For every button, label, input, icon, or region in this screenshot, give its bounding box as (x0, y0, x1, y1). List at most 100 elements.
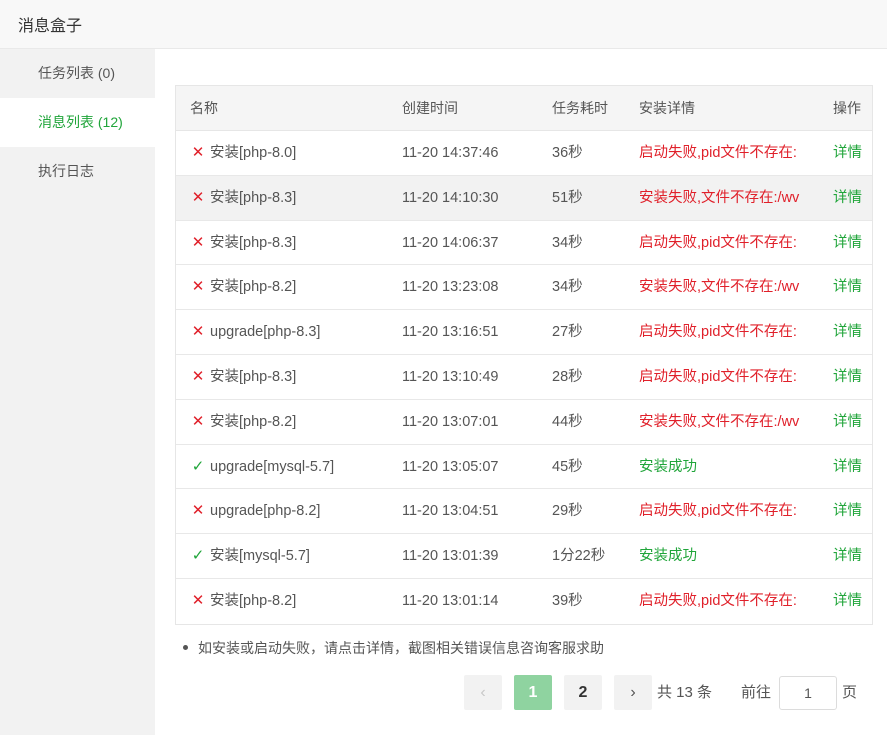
sidebar-item-task-list[interactable]: 任务列表 (0) (0, 49, 155, 98)
task-name-cell: ✕ upgrade[php-8.3] (190, 310, 395, 354)
task-name-cell: ✕ 安装[php-8.0] (190, 131, 395, 175)
details-link[interactable]: 详情 (833, 265, 873, 309)
page-suffix: 页 (842, 684, 858, 701)
install-detail: 启动失败,pid文件不存在: (639, 145, 797, 161)
install-detail: 安装成功 (639, 458, 697, 475)
task-name: upgrade[php-8.2] (210, 503, 321, 520)
task-name-cell: ✕ 安装[php-8.3] (190, 355, 395, 399)
details-link[interactable]: 详情 (833, 176, 873, 220)
created-time: 11-20 13:04:51 (402, 503, 499, 520)
dialog-title: 消息盒子 (18, 18, 83, 35)
details-link[interactable]: 详情 (833, 534, 873, 578)
task-duration: 34秒 (552, 279, 583, 296)
close-icon: ✕ (191, 278, 205, 296)
table-row: ✕ 安装[php-8.2] 11-20 13:01:14 39秒 启动失败,pid文件不… (176, 579, 872, 624)
task-duration: 44秒 (552, 413, 583, 430)
install-detail: 启动失败,pid文件不存在: (639, 324, 797, 341)
install-detail: 安装失败,文件不存在:/wv (639, 189, 800, 206)
table-row: ✕ upgrade[php-8.2] 11-20 13:04:51 29秒 启动失败,p… (176, 489, 873, 535)
goto-label: 前往 (741, 684, 772, 701)
table-row: ✕ 安装[php-8.3] 11-20 14:10:30 51秒 安装失败,文件不存在:… (176, 175, 873, 221)
task-name-cell: ✕ upgrade[php-8.2] (190, 489, 395, 533)
close-icon: ✕ (191, 412, 205, 430)
task-duration: 34秒 (552, 234, 583, 251)
sidebar-item-exec-log[interactable]: 执行日志 (0, 147, 155, 196)
details-link[interactable]: 详情 (833, 579, 873, 623)
task-duration: 45秒 (552, 458, 583, 475)
page-button-2[interactable]: 2 (564, 675, 602, 710)
install-detail: 启动失败,pid文件不存在: (639, 592, 797, 609)
close-icon: ✕ (191, 233, 205, 251)
help-tip-text: 如安装或启动失败，请点击详情，截图相关错误信息咨询客服求助 (198, 640, 604, 656)
close-icon: ✕ (191, 323, 205, 341)
created-time: 11-20 13:10:49 (402, 368, 499, 385)
install-detail: 启动失败,pid文件不存在: (639, 503, 797, 520)
table-row: ✓ upgrade[mysql-5.7] 11-20 13:05:07 45秒 安装成功… (176, 445, 872, 490)
created-time: 11-20 14:37:46 (402, 145, 499, 161)
task-name: 安装[php-8.2] (210, 413, 297, 430)
details-link[interactable]: 详情 (833, 131, 873, 175)
task-name: upgrade[mysql-5.7] (210, 458, 335, 475)
created-time: 11-20 14:10:30 (402, 189, 499, 206)
sidebar-item-message-list[interactable]: 消息列表 (12) (0, 98, 155, 147)
table-header: 名称 创建时间 任务耗时 安装详情 操作 (176, 86, 872, 131)
task-duration: 39秒 (552, 592, 583, 609)
task-name: 安装[mysql-5.7] (210, 548, 310, 565)
task-duration: 36秒 (552, 145, 583, 161)
close-icon: ✕ (191, 502, 205, 520)
page-button-1[interactable]: 1 (514, 675, 552, 710)
install-detail: 启动失败,pid文件不存在: (639, 234, 797, 251)
total-count: 共 13 条 (657, 684, 713, 701)
details-link[interactable]: 详情 (833, 355, 873, 399)
help-tip: 如安装或启动失败，请点击详情，截图相关错误信息咨询客服求助 (183, 638, 604, 658)
created-time: 11-20 13:01:14 (402, 592, 499, 609)
check-icon: ✓ (191, 457, 205, 475)
task-name: 安装[php-8.3] (210, 368, 297, 385)
task-duration: 27秒 (552, 324, 583, 341)
task-name: upgrade[php-8.3] (210, 324, 321, 341)
goto-page-input[interactable] (779, 676, 837, 710)
header-op: 操作 (833, 100, 861, 116)
install-detail: 安装失败,文件不存在:/wv (639, 279, 800, 296)
details-link[interactable]: 详情 (833, 445, 873, 489)
created-time: 11-20 13:16:51 (402, 324, 499, 341)
details-link[interactable]: 详情 (833, 489, 873, 533)
sidebar: 任务列表 (0) 消息列表 (12) 执行日志 (0, 49, 155, 735)
task-name: 安装[php-8.0] (210, 145, 297, 161)
pagination: ‹ 1 2 › 共 13 条 前往 页 (155, 675, 887, 711)
main-panel: 名称 创建时间 任务耗时 安装详情 操作 ✕ 安装[php-8.0] 11-20 1… (155, 49, 887, 735)
bullet-icon (183, 644, 188, 650)
task-name: 安装[php-8.3] (210, 234, 297, 251)
task-name-cell: ✕ 安装[php-8.2] (190, 265, 395, 309)
task-name-cell: ✕ 安装[php-8.2] (190, 400, 395, 444)
install-detail: 安装失败,文件不存在:/wv (639, 413, 800, 430)
created-time: 11-20 13:05:07 (402, 458, 499, 475)
task-name: 安装[php-8.3] (210, 189, 297, 206)
table-row: ✕ 安装[php-8.3] 11-20 14:06:37 34秒 启动失败,pid文件不… (176, 221, 872, 266)
install-detail: 安装成功 (639, 548, 697, 565)
task-name-cell: ✓ upgrade[mysql-5.7] (190, 445, 395, 489)
table-row: ✕ 安装[php-8.0] 11-20 14:37:46 36秒 启动失败,pid文件不… (176, 131, 872, 176)
dialog-titlebar: 消息盒子 (0, 0, 887, 49)
task-name-cell: ✕ 安装[php-8.3] (190, 176, 395, 220)
task-name-cell: ✕ 安装[php-8.2] (190, 579, 395, 623)
task-duration: 51秒 (552, 189, 583, 206)
created-time: 11-20 14:06:37 (402, 234, 499, 251)
task-name: 安装[php-8.2] (210, 592, 297, 609)
details-link[interactable]: 详情 (833, 400, 873, 444)
header-name: 名称 (190, 100, 218, 116)
created-time: 11-20 13:01:39 (402, 548, 499, 565)
table-row: ✕ 安装[php-8.2] 11-20 13:23:08 34秒 安装失败,文件不存在:… (176, 265, 873, 311)
details-link[interactable]: 详情 (833, 310, 873, 354)
task-duration: 1分22秒 (552, 548, 606, 565)
task-duration: 28秒 (552, 368, 583, 385)
created-time: 11-20 13:07:01 (402, 413, 499, 430)
next-page-button[interactable]: › (614, 675, 652, 710)
details-link[interactable]: 详情 (833, 221, 873, 265)
task-name: 安装[php-8.2] (210, 279, 297, 296)
close-icon: ✕ (191, 188, 205, 206)
message-table: 名称 创建时间 任务耗时 安装详情 操作 ✕ 安装[php-8.0] 11-20 1… (175, 85, 873, 625)
check-icon: ✓ (191, 547, 205, 565)
prev-page-button[interactable]: ‹ (464, 675, 502, 710)
table-row: ✓ 安装[mysql-5.7] 11-20 13:01:39 1分22秒 安装成功 详情 (176, 534, 872, 579)
